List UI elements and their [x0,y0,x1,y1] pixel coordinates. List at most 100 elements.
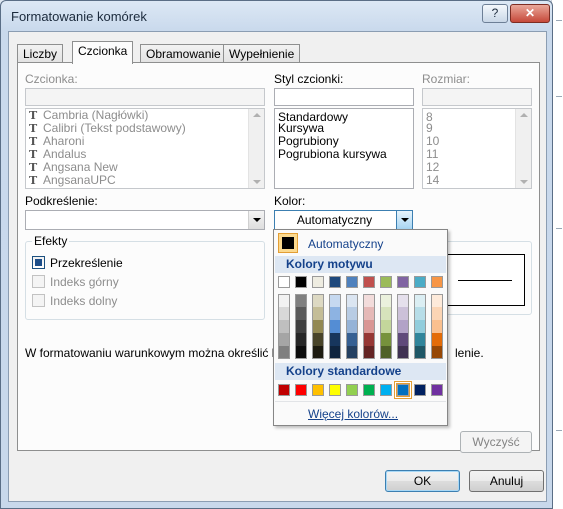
theme-shade-swatch[interactable] [397,346,409,359]
theme-shade-swatch[interactable] [329,346,341,359]
standard-color-swatch[interactable] [346,384,358,396]
standard-color-swatch[interactable] [380,384,392,396]
theme-shade-swatch[interactable] [397,333,409,346]
theme-shade-swatch[interactable] [278,307,290,320]
theme-shade-swatch[interactable] [278,294,290,307]
theme-color-swatch[interactable] [346,276,358,288]
theme-shade-swatch[interactable] [295,333,307,346]
size-input[interactable] [422,88,532,106]
subscript-label[interactable]: Indeks dolny [50,294,117,308]
standard-color-swatch[interactable] [295,384,307,396]
theme-shade-swatch[interactable] [363,320,375,333]
theme-shade-swatch[interactable] [295,307,307,320]
theme-shade-swatch[interactable] [346,307,358,320]
theme-shade-swatch[interactable] [363,333,375,346]
subscript-checkbox[interactable] [32,294,45,307]
font-input[interactable] [25,88,265,106]
theme-shade-swatch[interactable] [414,333,426,346]
theme-shade-swatch[interactable] [278,333,290,346]
theme-color-swatch[interactable] [397,276,409,288]
theme-shade-swatch[interactable] [414,320,426,333]
theme-shade-swatch[interactable] [346,294,358,307]
superscript-label[interactable]: Indeks górny [50,275,119,289]
theme-shade-swatch[interactable] [329,294,341,307]
standard-color-swatch[interactable] [312,384,324,396]
theme-shade-swatch[interactable] [397,294,409,307]
theme-shade-swatch[interactable] [431,294,443,307]
theme-shade-swatch[interactable] [346,346,358,359]
chevron-down-icon[interactable] [396,211,412,229]
theme-shade-swatch[interactable] [363,307,375,320]
theme-shade-swatch[interactable] [414,346,426,359]
theme-shade-swatch[interactable] [295,320,307,333]
theme-shade-swatch[interactable] [380,307,392,320]
font-list[interactable]: T Cambria (Nagłówki) T Calibri (Tekst pods… [25,108,265,189]
strikethrough-checkbox[interactable] [32,256,45,269]
more-colors-option[interactable]: Więcej kolorów... [275,404,446,424]
theme-color-swatch[interactable] [363,276,375,288]
ok-button[interactable]: OK [385,470,460,492]
theme-shade-swatch[interactable] [380,294,392,307]
theme-shade-swatch[interactable] [312,333,324,346]
list-item[interactable]: T AngsanaUPC [26,174,264,188]
theme-shade-swatch[interactable] [312,346,324,359]
theme-shade-swatch[interactable] [431,320,443,333]
chevron-down-icon[interactable] [248,211,264,229]
style-input[interactable] [274,88,414,106]
font-list-scrollbar[interactable] [248,109,264,188]
theme-color-swatch[interactable] [295,276,307,288]
tab-obramowanie[interactable]: Obramowanie [140,44,227,63]
tab-liczby[interactable]: Liczby [17,44,64,63]
standard-color-swatch[interactable] [431,384,443,396]
underline-dropdown[interactable] [25,210,265,230]
strikethrough-label[interactable]: Przekreślenie [50,256,123,270]
theme-shade-swatch[interactable] [397,307,409,320]
title-bar[interactable]: Formatowanie komórek ? ✕ [1,1,552,31]
help-button[interactable]: ? [482,4,508,23]
standard-color-swatch[interactable] [329,384,341,396]
tab-wypelnienie[interactable]: Wypełnienie [223,44,301,63]
scroll-down-icon[interactable] [520,180,528,184]
theme-shade-swatch[interactable] [414,294,426,307]
theme-color-swatch[interactable] [414,276,426,288]
theme-shade-swatch[interactable] [380,346,392,359]
theme-color-swatch[interactable] [431,276,443,288]
scroll-up-icon[interactable] [520,113,528,117]
scroll-up-icon[interactable] [253,113,261,117]
standard-color-swatch[interactable] [363,384,375,396]
theme-shade-swatch[interactable] [278,320,290,333]
theme-shade-swatch[interactable] [414,307,426,320]
theme-color-swatch[interactable] [329,276,341,288]
theme-shade-swatch[interactable] [295,294,307,307]
standard-color-swatch[interactable] [414,384,426,396]
clear-button[interactable]: Wyczyść [460,431,532,453]
style-list[interactable]: Standardowy Kursywa Pogrubiony Pogrubion… [274,108,414,189]
list-item[interactable]: Pogrubiona kursywa [275,148,413,161]
theme-shade-swatch[interactable] [329,333,341,346]
theme-shade-swatch[interactable] [431,307,443,320]
scroll-down-icon[interactable] [253,180,261,184]
theme-shade-swatch[interactable] [363,294,375,307]
theme-shade-swatch[interactable] [431,346,443,359]
theme-shade-swatch[interactable] [431,333,443,346]
close-button[interactable]: ✕ [510,4,550,23]
superscript-checkbox[interactable] [32,275,45,288]
theme-shade-swatch[interactable] [295,346,307,359]
theme-color-swatch[interactable] [380,276,392,288]
theme-shade-swatch[interactable] [397,320,409,333]
theme-shade-swatch[interactable] [363,346,375,359]
cancel-button[interactable]: Anuluj [469,470,544,492]
standard-color-swatch[interactable] [278,384,290,396]
theme-shade-swatch[interactable] [312,294,324,307]
standard-color-swatch[interactable] [397,384,409,396]
size-list[interactable]: 8 9 10 11 12 14 [422,108,532,189]
theme-shade-swatch[interactable] [278,346,290,359]
theme-color-swatch[interactable] [278,276,290,288]
theme-shade-swatch[interactable] [329,307,341,320]
tab-czcionka[interactable]: Czcionka [72,41,134,64]
theme-shade-swatch[interactable] [329,320,341,333]
theme-shade-swatch[interactable] [312,307,324,320]
size-list-scrollbar[interactable] [515,109,531,188]
theme-color-swatch[interactable] [312,276,324,288]
theme-shade-swatch[interactable] [380,333,392,346]
